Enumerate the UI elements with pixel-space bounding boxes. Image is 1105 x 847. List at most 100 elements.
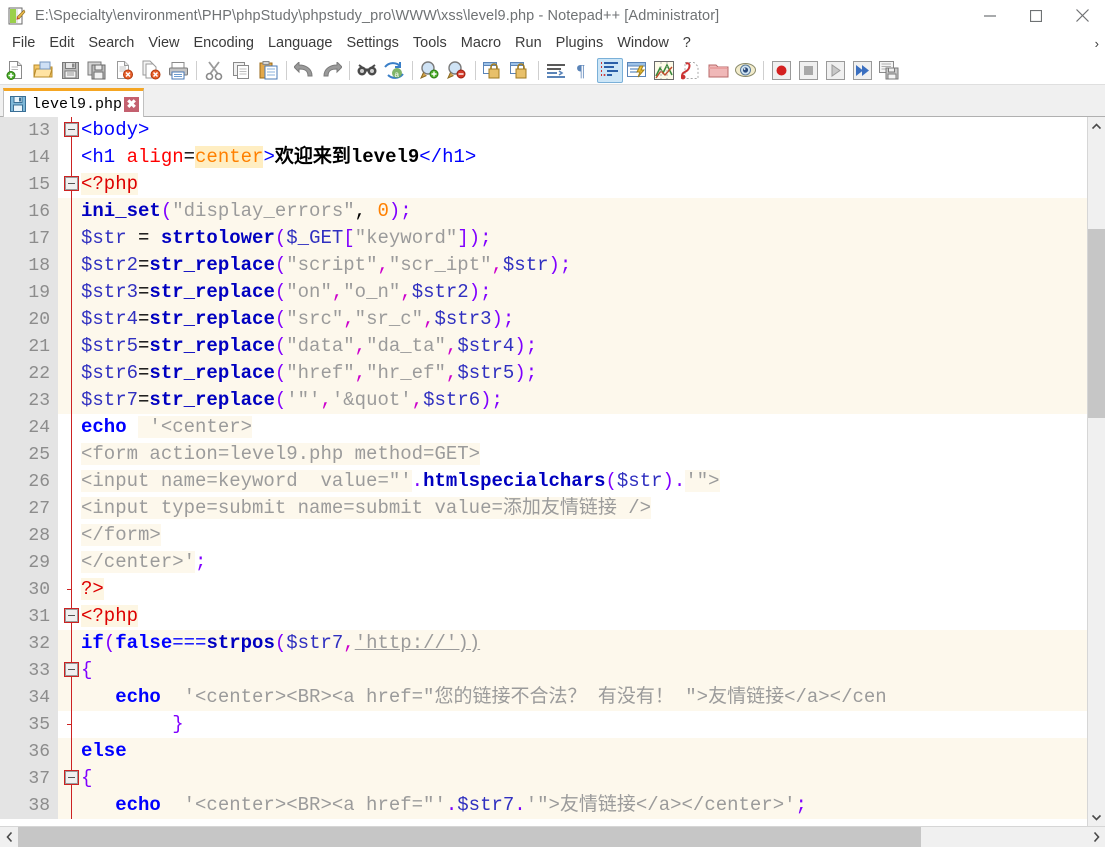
code-line[interactable]: 36 else: [0, 738, 1087, 765]
code-text[interactable]: $str4=str_replace("src","sr_c",$str3);: [80, 306, 1087, 333]
fold-margin[interactable]: [58, 576, 80, 603]
vertical-scroll-thumb[interactable]: [1088, 229, 1105, 418]
code-line[interactable]: 18 $str2=str_replace("script","scr_ipt",$…: [0, 252, 1087, 279]
show-all-characters-icon[interactable]: ¶: [570, 58, 596, 83]
code-line[interactable]: 38 echo '<center><BR><a href="'.$str7.'"…: [0, 792, 1087, 819]
find-icon[interactable]: [354, 58, 380, 83]
new-file-icon[interactable]: [3, 58, 29, 83]
fold-margin[interactable]: [58, 333, 80, 360]
code-text[interactable]: ini_set("display_errors", 0);: [80, 198, 1087, 225]
code-text[interactable]: </center>';: [80, 549, 1087, 576]
code-text[interactable]: <body>: [80, 117, 1087, 144]
code-text[interactable]: <?php: [80, 603, 1087, 630]
code-text[interactable]: echo '<center><BR><a href="'.$str7.'">友情…: [80, 792, 1087, 819]
menu-run[interactable]: Run: [508, 33, 549, 54]
code-line[interactable]: 24 echo '<center>: [0, 414, 1087, 441]
fold-margin[interactable]: [58, 738, 80, 765]
code-line[interactable]: 21 $str5=str_replace("data","da_ta",$str4…: [0, 333, 1087, 360]
code-line[interactable]: 27 <input type=submit name=submit value=添…: [0, 495, 1087, 522]
fold-margin[interactable]: [58, 360, 80, 387]
menu-language[interactable]: Language: [261, 33, 340, 54]
menu-plugins[interactable]: Plugins: [549, 33, 611, 54]
play-macro-icon[interactable]: [822, 58, 848, 83]
code-text[interactable]: ?>: [80, 576, 1087, 603]
fold-margin[interactable]: [58, 765, 80, 792]
vertical-scrollbar[interactable]: [1087, 117, 1105, 826]
code-text[interactable]: echo '<center>: [80, 414, 1087, 441]
scroll-left-arrow[interactable]: [0, 826, 18, 847]
close-file-icon[interactable]: [111, 58, 137, 83]
menu-edit[interactable]: Edit: [42, 33, 81, 54]
code-text[interactable]: else: [80, 738, 1087, 765]
fold-margin[interactable]: [58, 792, 80, 819]
menu-overflow-chevron-icon[interactable]: ›: [1095, 36, 1099, 51]
menu-view[interactable]: View: [141, 33, 186, 54]
code-text[interactable]: $str = strtolower($_GET["keyword"]);: [80, 225, 1087, 252]
cut-icon[interactable]: [201, 58, 227, 83]
code-text[interactable]: if(false===strpos($str7,'http://')): [80, 630, 1087, 657]
code-line[interactable]: 28 </form>: [0, 522, 1087, 549]
code-text[interactable]: <?php: [80, 171, 1087, 198]
code-line[interactable]: 37 {: [0, 765, 1087, 792]
code-line[interactable]: 31 <?php: [0, 603, 1087, 630]
horizontal-scrollbar[interactable]: [0, 826, 1105, 847]
tab-close-icon[interactable]: ✖: [124, 96, 140, 112]
redo-icon[interactable]: [318, 58, 344, 83]
fold-margin[interactable]: [58, 306, 80, 333]
fold-margin[interactable]: [58, 117, 80, 144]
fold-toggle-icon[interactable]: [64, 770, 79, 785]
horizontal-scroll-track[interactable]: [18, 826, 1087, 847]
menu-tools[interactable]: Tools: [406, 33, 454, 54]
close-all-files-icon[interactable]: [138, 58, 164, 83]
code-text[interactable]: <input type=submit name=submit value=添加友…: [80, 495, 1087, 522]
fold-margin[interactable]: [58, 387, 80, 414]
open-file-icon[interactable]: [30, 58, 56, 83]
code-line[interactable]: 22 $str6=str_replace("href","hr_ef",$str5…: [0, 360, 1087, 387]
fold-margin[interactable]: [58, 711, 80, 738]
code-text[interactable]: $str7=str_replace('"','&quot',$str6);: [80, 387, 1087, 414]
code-line[interactable]: 20 $str4=str_replace("src","sr_c",$str3);: [0, 306, 1087, 333]
code-text[interactable]: </form>: [80, 522, 1087, 549]
undo-icon[interactable]: [291, 58, 317, 83]
editor-tab[interactable]: level9.php ✖: [3, 88, 145, 117]
print-icon[interactable]: [165, 58, 191, 83]
document-map-icon[interactable]: [651, 58, 677, 83]
fold-margin[interactable]: [58, 414, 80, 441]
fold-margin[interactable]: [58, 441, 80, 468]
code-line[interactable]: 16 ini_set("display_errors", 0);: [0, 198, 1087, 225]
fold-toggle-icon[interactable]: [64, 122, 79, 137]
code-line[interactable]: 15 <?php: [0, 171, 1087, 198]
close-button[interactable]: [1059, 0, 1105, 31]
copy-icon[interactable]: [228, 58, 254, 83]
fold-margin[interactable]: [58, 549, 80, 576]
menu-settings[interactable]: Settings: [339, 33, 405, 54]
fold-margin[interactable]: [58, 198, 80, 225]
save-all-icon[interactable]: [84, 58, 110, 83]
sync-vertical-scroll-icon[interactable]: [480, 58, 506, 83]
code-text[interactable]: {: [80, 765, 1087, 792]
sync-horizontal-scroll-icon[interactable]: [507, 58, 533, 83]
replace-icon[interactable]: a: [381, 58, 407, 83]
code-text[interactable]: <input name=keyword value="'.htmlspecial…: [80, 468, 1087, 495]
run-macro-multiple-icon[interactable]: [849, 58, 875, 83]
code-text[interactable]: $str5=str_replace("data","da_ta",$str4);: [80, 333, 1087, 360]
vertical-scroll-track[interactable]: [1088, 135, 1105, 808]
code-line[interactable]: 13 <body>: [0, 117, 1087, 144]
code-line[interactable]: 29 </center>';: [0, 549, 1087, 576]
code-line[interactable]: 26 <input name=keyword value="'.htmlspeci…: [0, 468, 1087, 495]
code-text[interactable]: {: [80, 657, 1087, 684]
fold-margin[interactable]: [58, 144, 80, 171]
code-line[interactable]: 17 $str = strtolower($_GET["keyword"]);: [0, 225, 1087, 252]
code-text[interactable]: $str2=str_replace("script","scr_ipt",$st…: [80, 252, 1087, 279]
fold-margin[interactable]: [58, 225, 80, 252]
minimize-button[interactable]: [967, 0, 1013, 31]
maximize-button[interactable]: [1013, 0, 1059, 31]
word-wrap-icon[interactable]: [543, 58, 569, 83]
show-indent-guide-icon[interactable]: [597, 57, 623, 83]
save-macro-icon[interactable]: [876, 58, 902, 83]
code-text[interactable]: <h1 align=center>欢迎来到level9</h1>: [80, 144, 1087, 171]
stop-macro-icon[interactable]: [795, 58, 821, 83]
fold-margin[interactable]: [58, 171, 80, 198]
scroll-up-arrow[interactable]: [1088, 117, 1105, 135]
code-line[interactable]: 33 {: [0, 657, 1087, 684]
